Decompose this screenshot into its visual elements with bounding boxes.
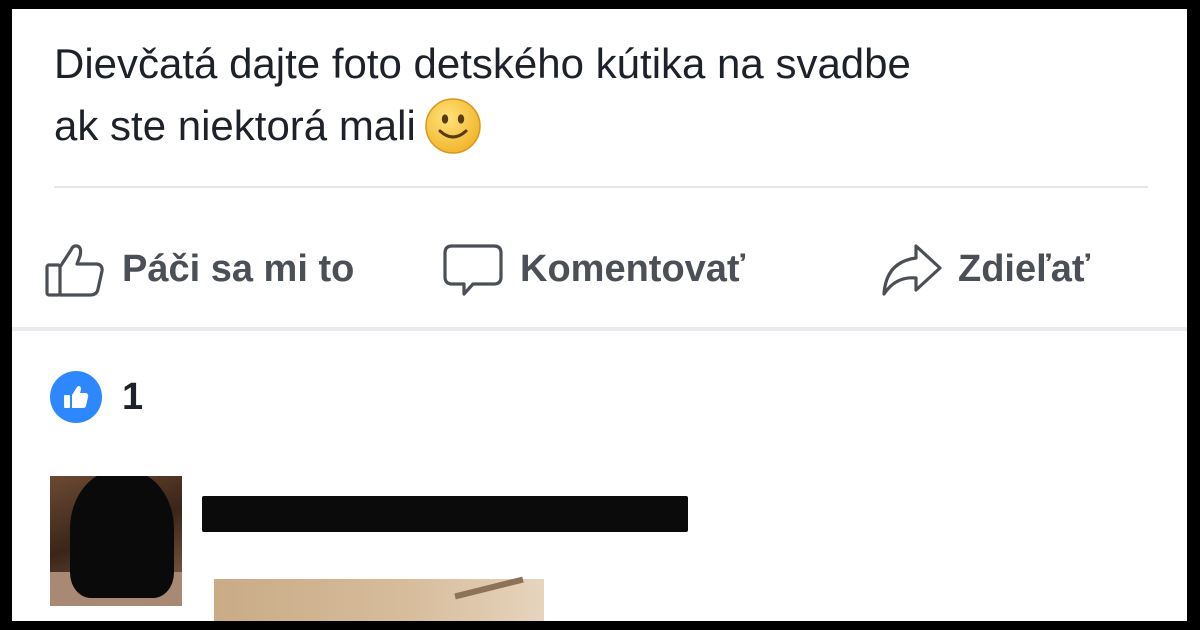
reactions-summary[interactable]: 1 [50,367,143,427]
post-card: Dievčatá dajte foto detského kútika na s… [12,9,1187,621]
like-count: 1 [122,375,144,418]
thumbs-up-icon [42,236,108,302]
comment-button[interactable]: Komentovať [440,219,745,319]
post-text-line-1: Dievčatá dajte foto detského kútika na s… [54,40,911,87]
action-bar: Páči sa mi to Komentovať Zdieľať [12,219,1187,319]
post-divider [54,186,1148,188]
post-text: Dievčatá dajte foto detského kútika na s… [54,33,1134,158]
post-text-line-2: ak ste niektorá mali [54,102,416,149]
commenter-avatar[interactable] [50,476,182,606]
share-arrow-icon [878,236,944,302]
like-button[interactable]: Páči sa mi to [42,219,354,319]
like-reaction-icon[interactable] [50,371,102,423]
like-label: Páči sa mi to [122,247,355,290]
comment-photo[interactable] [214,576,544,621]
share-button[interactable]: Zdieľať [878,219,1090,319]
section-separator [12,327,1187,331]
smiley-emoji-icon [424,97,482,155]
commenter-name-redacted[interactable] [202,496,688,532]
comment-label: Komentovať [520,247,746,290]
speech-bubble-icon [440,236,506,302]
share-label: Zdieľať [958,247,1091,290]
avatar-redaction [70,476,174,598]
photo-detail [454,576,524,600]
